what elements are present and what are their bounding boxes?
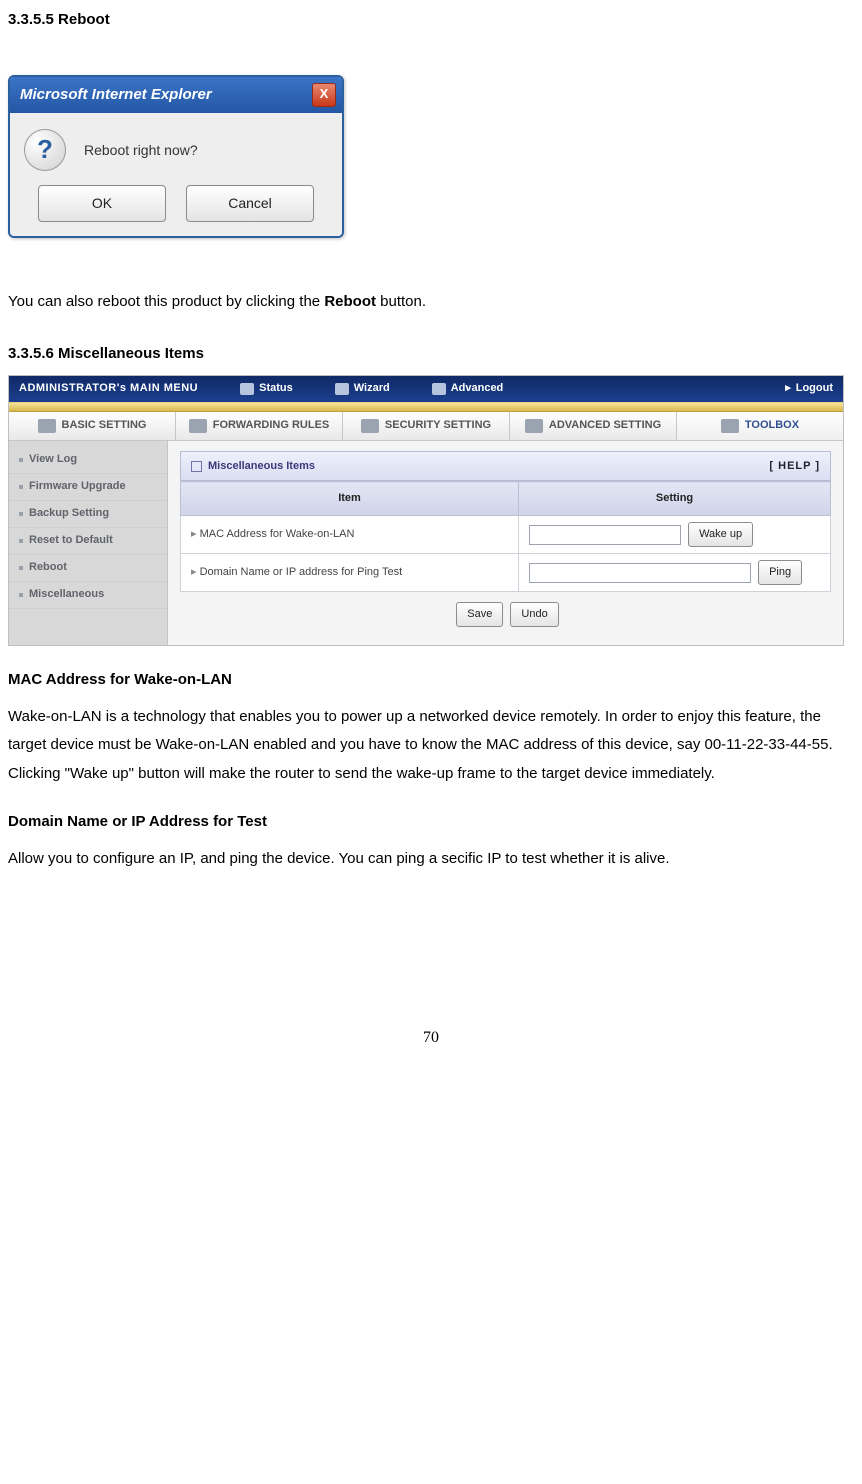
reboot-text-prefix: You can also reboot this product by clic…	[8, 293, 324, 310]
panel-square-icon	[191, 461, 202, 472]
nav-advanced[interactable]: Advanced	[432, 378, 504, 399]
col-setting: Setting	[519, 482, 831, 516]
settings-table: Item Setting MAC Address for Wake-on-LAN…	[180, 481, 831, 592]
tab-forwarding-rules[interactable]: FORWARDING RULES	[176, 412, 343, 440]
tabs-row: BASIC SETTING FORWARDING RULES SECURITY …	[9, 412, 843, 441]
col-item: Item	[181, 482, 519, 516]
sidebar: View Log Firmware Upgrade Backup Setting…	[9, 441, 168, 645]
nav-wizard[interactable]: Wizard	[335, 378, 390, 399]
dialog-title: Microsoft Internet Explorer	[20, 81, 212, 110]
cancel-button[interactable]: Cancel	[186, 185, 314, 222]
ie-confirm-dialog: Microsoft Internet Explorer X ? Reboot r…	[8, 75, 344, 238]
basic-icon	[38, 419, 56, 433]
tab-basic-setting[interactable]: BASIC SETTING	[9, 412, 176, 440]
tab-security-setting[interactable]: SECURITY SETTING	[343, 412, 510, 440]
sidebar-item-reset-to-default[interactable]: Reset to Default	[9, 528, 167, 555]
section-heading-misc: 3.3.5.6 Miscellaneous Items	[8, 340, 854, 369]
advanced-setting-icon	[525, 419, 543, 433]
ping-address-input[interactable]	[529, 563, 751, 583]
dialog-message: Reboot right now?	[84, 137, 198, 164]
ping-button[interactable]: Ping	[758, 560, 802, 585]
wakeup-button[interactable]: Wake up	[688, 522, 753, 547]
panel-title: Miscellaneous Items	[208, 456, 315, 477]
question-icon: ?	[24, 129, 66, 171]
sidebar-item-miscellaneous[interactable]: Miscellaneous	[9, 582, 167, 609]
panel-header: Miscellaneous Items [ HELP ]	[180, 451, 831, 482]
wizard-icon	[335, 383, 349, 395]
mac-address-input[interactable]	[529, 525, 681, 545]
gold-divider	[9, 402, 843, 412]
subheading-mac-wol: MAC Address for Wake-on-LAN	[8, 666, 854, 695]
tab-advanced-setting[interactable]: ADVANCED SETTING	[510, 412, 677, 440]
nav-logout[interactable]: ▸ Logout	[785, 378, 833, 399]
save-button[interactable]: Save	[456, 602, 503, 627]
button-row: Save Undo	[180, 592, 831, 629]
reboot-text-suffix: button.	[376, 293, 426, 310]
sidebar-item-backup-setting[interactable]: Backup Setting	[9, 501, 167, 528]
wol-paragraph: Wake-on-LAN is a technology that enables…	[8, 703, 854, 789]
nav-status[interactable]: Status	[240, 378, 293, 399]
help-link[interactable]: [ HELP ]	[769, 456, 820, 477]
page-number: 70	[8, 1023, 854, 1053]
sidebar-item-view-log[interactable]: View Log	[9, 447, 167, 474]
sidebar-item-reboot[interactable]: Reboot	[9, 555, 167, 582]
toolbox-icon	[721, 419, 739, 433]
main-pane: Miscellaneous Items [ HELP ] Item Settin…	[168, 441, 843, 645]
row-mac-label: MAC Address for Wake-on-LAN	[181, 516, 519, 554]
row-ping-label: Domain Name or IP address for Ping Test	[181, 554, 519, 592]
dialog-titlebar: Microsoft Internet Explorer X	[10, 77, 342, 114]
admin-screenshot: ADMINISTRATOR's MAIN MENU Status Wizard …	[8, 375, 844, 646]
subheading-domain-test: Domain Name or IP Address for Test	[8, 808, 854, 837]
table-row: MAC Address for Wake-on-LAN Wake up	[181, 516, 831, 554]
table-row: Domain Name or IP address for Ping Test …	[181, 554, 831, 592]
reboot-paragraph: You can also reboot this product by clic…	[8, 288, 854, 317]
ok-button[interactable]: OK	[38, 185, 166, 222]
forwarding-icon	[189, 419, 207, 433]
security-icon	[361, 419, 379, 433]
sidebar-item-firmware-upgrade[interactable]: Firmware Upgrade	[9, 474, 167, 501]
reboot-text-bold: Reboot	[324, 293, 376, 310]
tab-toolbox[interactable]: TOOLBOX	[677, 412, 843, 440]
close-icon[interactable]: X	[312, 83, 336, 107]
section-heading-reboot: 3.3.5.5 Reboot	[8, 6, 854, 35]
advanced-icon	[432, 383, 446, 395]
domain-paragraph: Allow you to configure an IP, and ping t…	[8, 845, 854, 874]
dialog-body: ? Reboot right now? OK Cancel	[10, 113, 342, 236]
admin-brand: ADMINISTRATOR's MAIN MENU	[19, 378, 198, 399]
admin-top-bar: ADMINISTRATOR's MAIN MENU Status Wizard …	[9, 376, 843, 402]
undo-button[interactable]: Undo	[510, 602, 558, 627]
status-icon	[240, 383, 254, 395]
